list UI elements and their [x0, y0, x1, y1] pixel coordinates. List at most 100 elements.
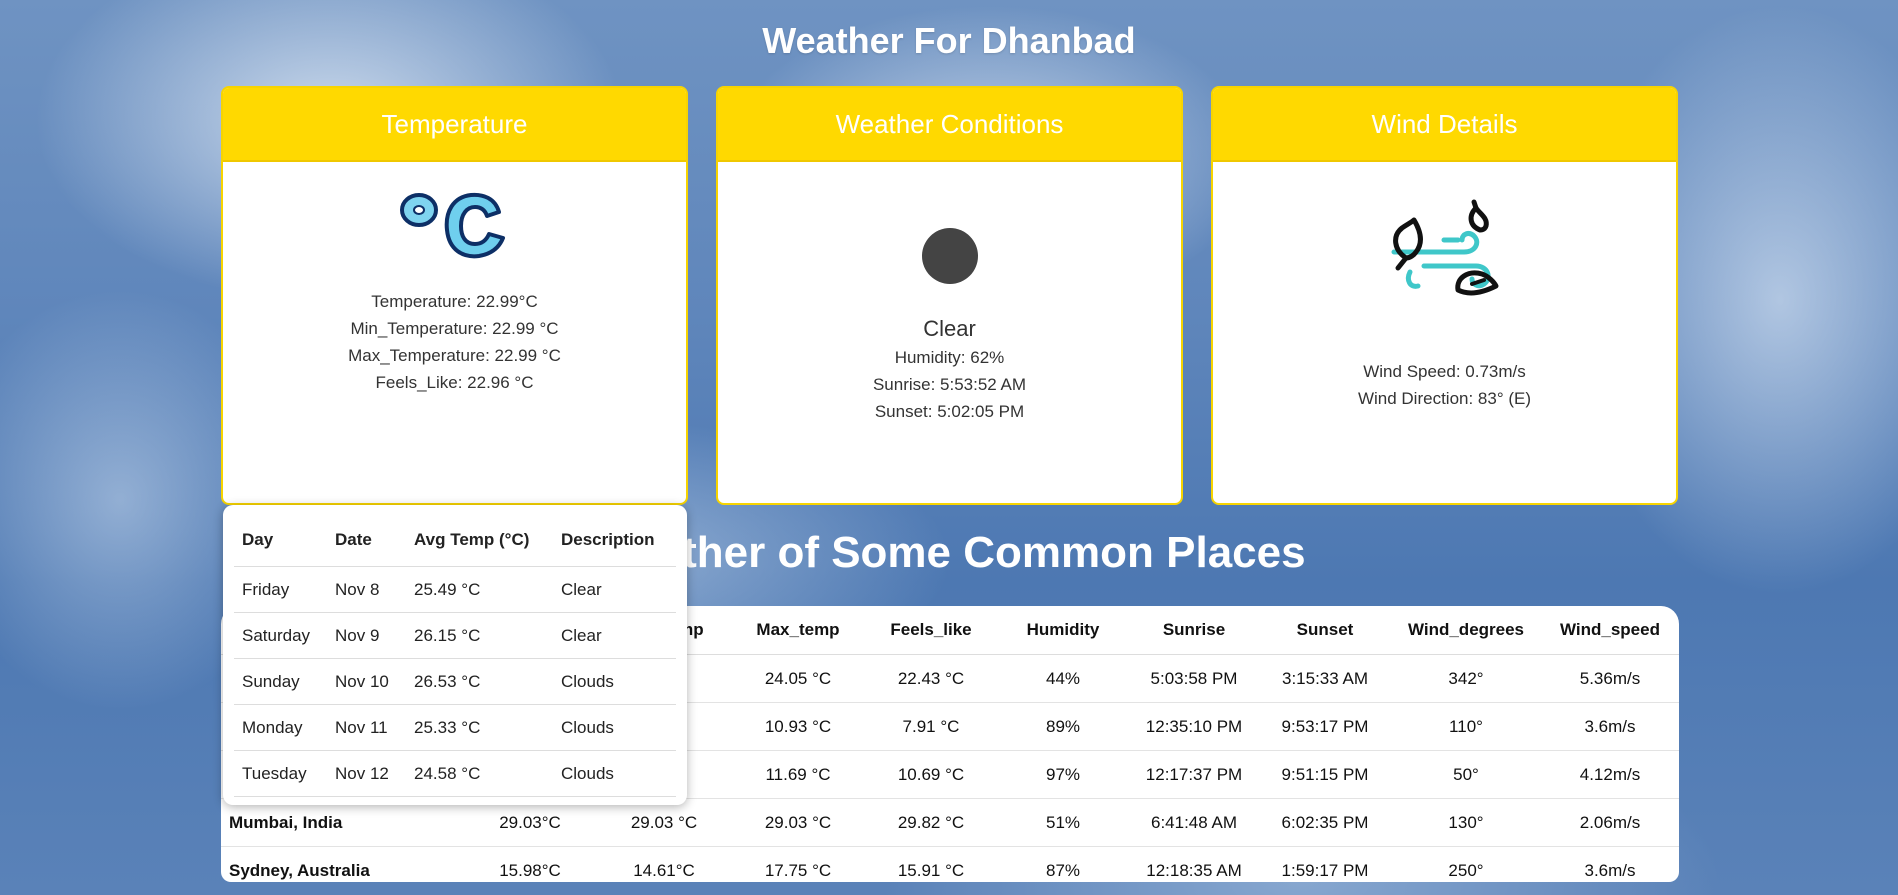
forecast-cell: Nov 9 — [327, 612, 406, 659]
column-header: Wind_speed — [1541, 606, 1679, 655]
forecast-cell: Clouds — [553, 750, 676, 797]
table-cell: 11.69 °C — [731, 750, 865, 799]
table-cell: 6:41:48 AM — [1129, 798, 1259, 847]
table-cell: 14.61°C — [597, 846, 731, 882]
table-row: Sydney, Australia 15.98°C 14.61°C 17.75 … — [221, 846, 1679, 882]
table-cell: 130° — [1391, 798, 1541, 847]
forecast-header-row: Day Date Avg Temp (°C) Description — [234, 513, 676, 567]
forecast-row: Sunday Nov 10 26.53 °C Clouds — [234, 658, 676, 705]
forecast-row: Saturday Nov 9 26.15 °C Clear — [234, 612, 676, 659]
table-cell: 89% — [997, 702, 1129, 751]
forecast-cell: Saturday — [234, 612, 327, 659]
table-cell: 29.03°C — [463, 798, 597, 847]
table-cell: Sydney, Australia — [221, 846, 463, 882]
table-cell: 50° — [1391, 750, 1541, 799]
forecast-popup: Day Date Avg Temp (°C) Description Frida… — [223, 505, 687, 805]
column-header: Feels_like — [865, 606, 997, 655]
table-cell: 29.03 °C — [731, 798, 865, 847]
table-cell: 29.03 °C — [597, 798, 731, 847]
forecast-cell: Nov 12 — [327, 750, 406, 797]
wind-leaves-icon — [1391, 199, 1498, 296]
forecast-cell: 25.49 °C — [406, 566, 553, 613]
forecast-cell: Clouds — [553, 704, 676, 751]
celsius-icon — [399, 192, 505, 259]
table-cell: 22.43 °C — [865, 654, 997, 703]
table-cell: 250° — [1391, 846, 1541, 882]
forecast-cell: Clouds — [553, 658, 676, 705]
forecast-cell: Nov 8 — [327, 566, 406, 613]
sunrise-line: Sunrise: 5:53:52 AM — [872, 375, 1027, 394]
column-header: Humidity — [997, 606, 1129, 655]
table-cell: 51% — [997, 798, 1129, 847]
table-cell: 2.06m/s — [1541, 798, 1679, 847]
table-cell: 17.75 °C — [731, 846, 865, 882]
feels-like-line: Feels_Like: 22.96 °C — [375, 373, 534, 392]
forecast-cell: Nov 11 — [327, 704, 406, 751]
temperature-card: Temperature Temperature: 22.99°C Min_Tem… — [221, 86, 688, 505]
table-cell: 97% — [997, 750, 1129, 799]
table-cell: Mumbai, India — [221, 798, 463, 847]
forecast-cell: Sunday — [234, 658, 327, 705]
table-cell: 3.6m/s — [1541, 846, 1679, 882]
max-temperature-line: Max_Temperature: 22.99 °C — [348, 346, 561, 365]
table-cell: 87% — [997, 846, 1129, 882]
condition-main: Clear — [923, 316, 976, 341]
table-cell: 12:17:37 PM — [1129, 750, 1259, 799]
table-cell: 5.36m/s — [1541, 654, 1679, 703]
forecast-cell: Nov 10 — [327, 658, 406, 705]
table-cell: 44% — [997, 654, 1129, 703]
conditions-card-title: Weather Conditions — [718, 88, 1181, 162]
table-cell: 15.98°C — [463, 846, 597, 882]
table-cell: 29.82 °C — [865, 798, 997, 847]
min-temperature-line: Min_Temperature: 22.99 °C — [350, 319, 559, 338]
table-cell: 9:51:15 PM — [1259, 750, 1391, 799]
page-title: Weather For Dhanbad — [762, 20, 1136, 61]
forecast-row: Tuesday Nov 12 24.58 °C Clouds — [234, 750, 676, 797]
table-cell: 5:03:58 PM — [1129, 654, 1259, 703]
forecast-column-header: Avg Temp (°C) — [406, 513, 553, 567]
forecast-cell: Tuesday — [234, 750, 327, 797]
table-cell: 1:59:17 PM — [1259, 846, 1391, 882]
column-header: Sunset — [1259, 606, 1391, 655]
wind-card: Wind Details Wind Speed: 0.73m/s Wind Di… — [1211, 86, 1678, 505]
forecast-column-header: Date — [327, 513, 406, 567]
table-cell: 9:53:17 PM — [1259, 702, 1391, 751]
forecast-cell: Clear — [553, 612, 676, 659]
table-cell: 10.93 °C — [731, 702, 865, 751]
column-header: Max_temp — [731, 606, 865, 655]
table-cell: 342° — [1391, 654, 1541, 703]
forecast-cell: 25.33 °C — [406, 704, 553, 751]
forecast-column-header: Day — [234, 513, 327, 567]
table-cell: 7.91 °C — [865, 702, 997, 751]
table-cell: 3.6m/s — [1541, 702, 1679, 751]
forecast-column-header: Description — [553, 513, 676, 567]
humidity-line: Humidity: 62% — [894, 348, 1005, 367]
wind-speed-line: Wind Speed: 0.73m/s — [1363, 362, 1526, 381]
column-header: Sunrise — [1129, 606, 1259, 655]
forecast-cell: Friday — [234, 566, 327, 613]
table-cell: 4.12m/s — [1541, 750, 1679, 799]
table-cell: 12:35:10 PM — [1129, 702, 1259, 751]
column-header: Wind_degrees — [1391, 606, 1541, 655]
forecast-cell: 26.15 °C — [406, 612, 553, 659]
forecast-cell: 24.58 °C — [406, 750, 553, 797]
wind-card-title: Wind Details — [1213, 88, 1676, 162]
forecast-cell: Clear — [553, 566, 676, 613]
forecast-cell: 26.53 °C — [406, 658, 553, 705]
table-cell: 3:15:33 AM — [1259, 654, 1391, 703]
wind-direction-line: Wind Direction: 83° (E) — [1357, 389, 1532, 408]
table-cell: 110° — [1391, 702, 1541, 751]
temperature-line: Temperature: 22.99°C — [371, 292, 538, 311]
weather-dot-icon — [921, 228, 978, 284]
table-row: Mumbai, India 29.03°C 29.03 °C 29.03 °C … — [221, 798, 1679, 847]
forecast-row: Monday Nov 11 25.33 °C Clouds — [234, 704, 676, 751]
table-cell: 15.91 °C — [865, 846, 997, 882]
table-cell: 24.05 °C — [731, 654, 865, 703]
table-cell: 12:18:35 AM — [1129, 846, 1259, 882]
table-cell: 10.69 °C — [865, 750, 997, 799]
forecast-row: Friday Nov 8 25.49 °C Clear — [234, 566, 676, 613]
temperature-card-title: Temperature — [223, 88, 686, 162]
conditions-card: Weather Conditions Clear Humidity: 62% S… — [716, 86, 1183, 505]
table-cell: 6:02:35 PM — [1259, 798, 1391, 847]
sunset-line: Sunset: 5:02:05 PM — [874, 402, 1025, 421]
